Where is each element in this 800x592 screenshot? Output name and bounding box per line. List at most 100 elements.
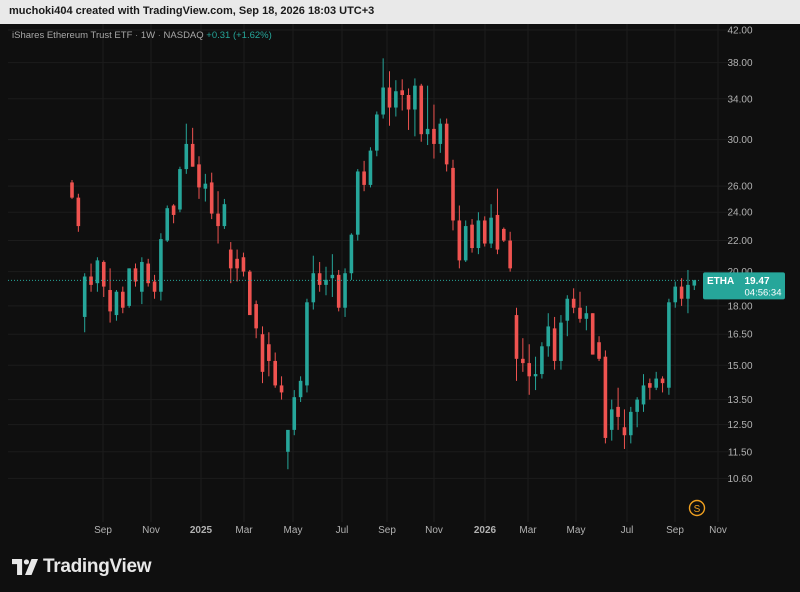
candle <box>108 268 112 323</box>
candle <box>603 350 608 444</box>
candle-body <box>489 217 493 244</box>
candle-body <box>197 164 201 188</box>
candle-body <box>635 399 639 412</box>
x-tick-label: Mar <box>519 525 537 536</box>
y-tick-label: 38.00 <box>727 58 752 69</box>
candle <box>457 205 462 269</box>
candle <box>444 118 449 172</box>
candle <box>533 356 538 391</box>
candle <box>82 273 87 333</box>
candle-body <box>121 291 125 308</box>
candle-body <box>184 143 189 170</box>
candle-body <box>432 128 436 144</box>
candle <box>260 326 265 384</box>
candle <box>635 397 639 428</box>
candle-body <box>349 234 354 274</box>
candle <box>165 205 170 243</box>
candle <box>451 159 455 231</box>
x-tick-label: Jul <box>621 525 634 536</box>
candle-body <box>70 182 74 198</box>
candle-body <box>419 85 424 135</box>
x-tick-label: Sep <box>94 525 112 536</box>
candle-body <box>521 358 525 364</box>
candle <box>463 220 468 262</box>
candle-body <box>476 220 481 249</box>
candle-body <box>362 171 366 185</box>
candle-body <box>559 322 563 361</box>
grid-lines <box>8 24 730 522</box>
candle-body <box>540 346 544 375</box>
attribution-bar: muchoki404 created with TradingView.com,… <box>0 0 800 24</box>
candle <box>559 315 563 370</box>
last-price-tag: ETHA 19.47 04:56:34 <box>703 272 785 300</box>
candle-body <box>597 342 601 359</box>
currency-icon[interactable]: S <box>688 499 706 517</box>
candle-body <box>692 280 697 286</box>
candle-body <box>667 302 671 388</box>
candle <box>482 216 487 247</box>
candle-body <box>616 406 620 417</box>
candle-body <box>165 208 170 241</box>
candle <box>406 88 411 130</box>
currency-icon-label: S <box>694 504 701 515</box>
symbol-legend[interactable]: iShares Ethereum Trust ETF · 1W · NASDAQ… <box>12 30 272 41</box>
candle-body <box>590 313 595 355</box>
candle-body <box>444 123 449 165</box>
time-axis[interactable]: Sep Nov 2025 Mar May Jul Sep Nov 2026 Mar May Jul Se… <box>94 525 727 536</box>
candle-body <box>584 313 589 319</box>
candle <box>349 233 354 280</box>
candle <box>133 263 138 287</box>
candle <box>679 278 684 306</box>
candle <box>686 269 690 314</box>
candle-body <box>527 363 531 377</box>
candle-body <box>533 374 538 377</box>
candle-body <box>216 213 220 227</box>
candle <box>508 231 512 272</box>
candle <box>241 252 246 277</box>
candle <box>355 169 360 241</box>
candle-body <box>654 378 658 388</box>
candle <box>654 371 658 391</box>
candle <box>178 166 182 213</box>
legend-symbol-name: iShares Ethereum Trust ETF <box>12 30 133 41</box>
y-tick-label: 22.00 <box>727 236 752 247</box>
candle-body <box>425 128 430 135</box>
candle <box>660 376 665 393</box>
candle <box>248 269 252 316</box>
legend-exchange: NASDAQ <box>163 30 204 41</box>
candle-body <box>114 291 119 316</box>
candle-body <box>292 397 297 430</box>
candle-body <box>254 304 258 329</box>
candle <box>190 127 195 167</box>
candle <box>209 172 214 220</box>
candle-body <box>609 409 614 430</box>
candle-body <box>482 220 487 244</box>
brand-logo[interactable]: TradingView <box>12 556 152 578</box>
candle-body <box>152 281 157 292</box>
y-tick-label: 11.50 <box>728 447 753 458</box>
candle <box>317 261 322 292</box>
candle <box>311 255 316 310</box>
candle-body <box>578 307 582 319</box>
candle-body <box>495 214 500 250</box>
candle-body <box>298 380 303 398</box>
price-axis[interactable]: 10.6011.5012.5013.5015.0016.5018.0020.00… <box>727 26 752 485</box>
brand-name: TradingView <box>43 556 152 577</box>
candle-body <box>190 143 195 167</box>
candle <box>571 288 576 314</box>
candle-body <box>514 315 519 359</box>
attribution-text: muchoki404 created with TradingView.com,… <box>9 5 375 17</box>
candle <box>629 406 633 444</box>
candlestick-chart[interactable]: 10.6011.5012.5013.5015.0016.5018.0020.00… <box>0 24 800 548</box>
candle-body <box>381 87 385 115</box>
price-tag-symbol: ETHA <box>707 276 734 287</box>
y-tick-label: 10.60 <box>727 474 752 485</box>
candle-body <box>438 123 443 144</box>
y-tick-label: 16.50 <box>727 330 752 341</box>
candle-body <box>267 344 271 361</box>
candle-body <box>171 205 176 215</box>
candle-body <box>228 249 233 269</box>
candle <box>584 305 589 331</box>
candle-body <box>565 298 570 321</box>
candle <box>692 279 697 291</box>
